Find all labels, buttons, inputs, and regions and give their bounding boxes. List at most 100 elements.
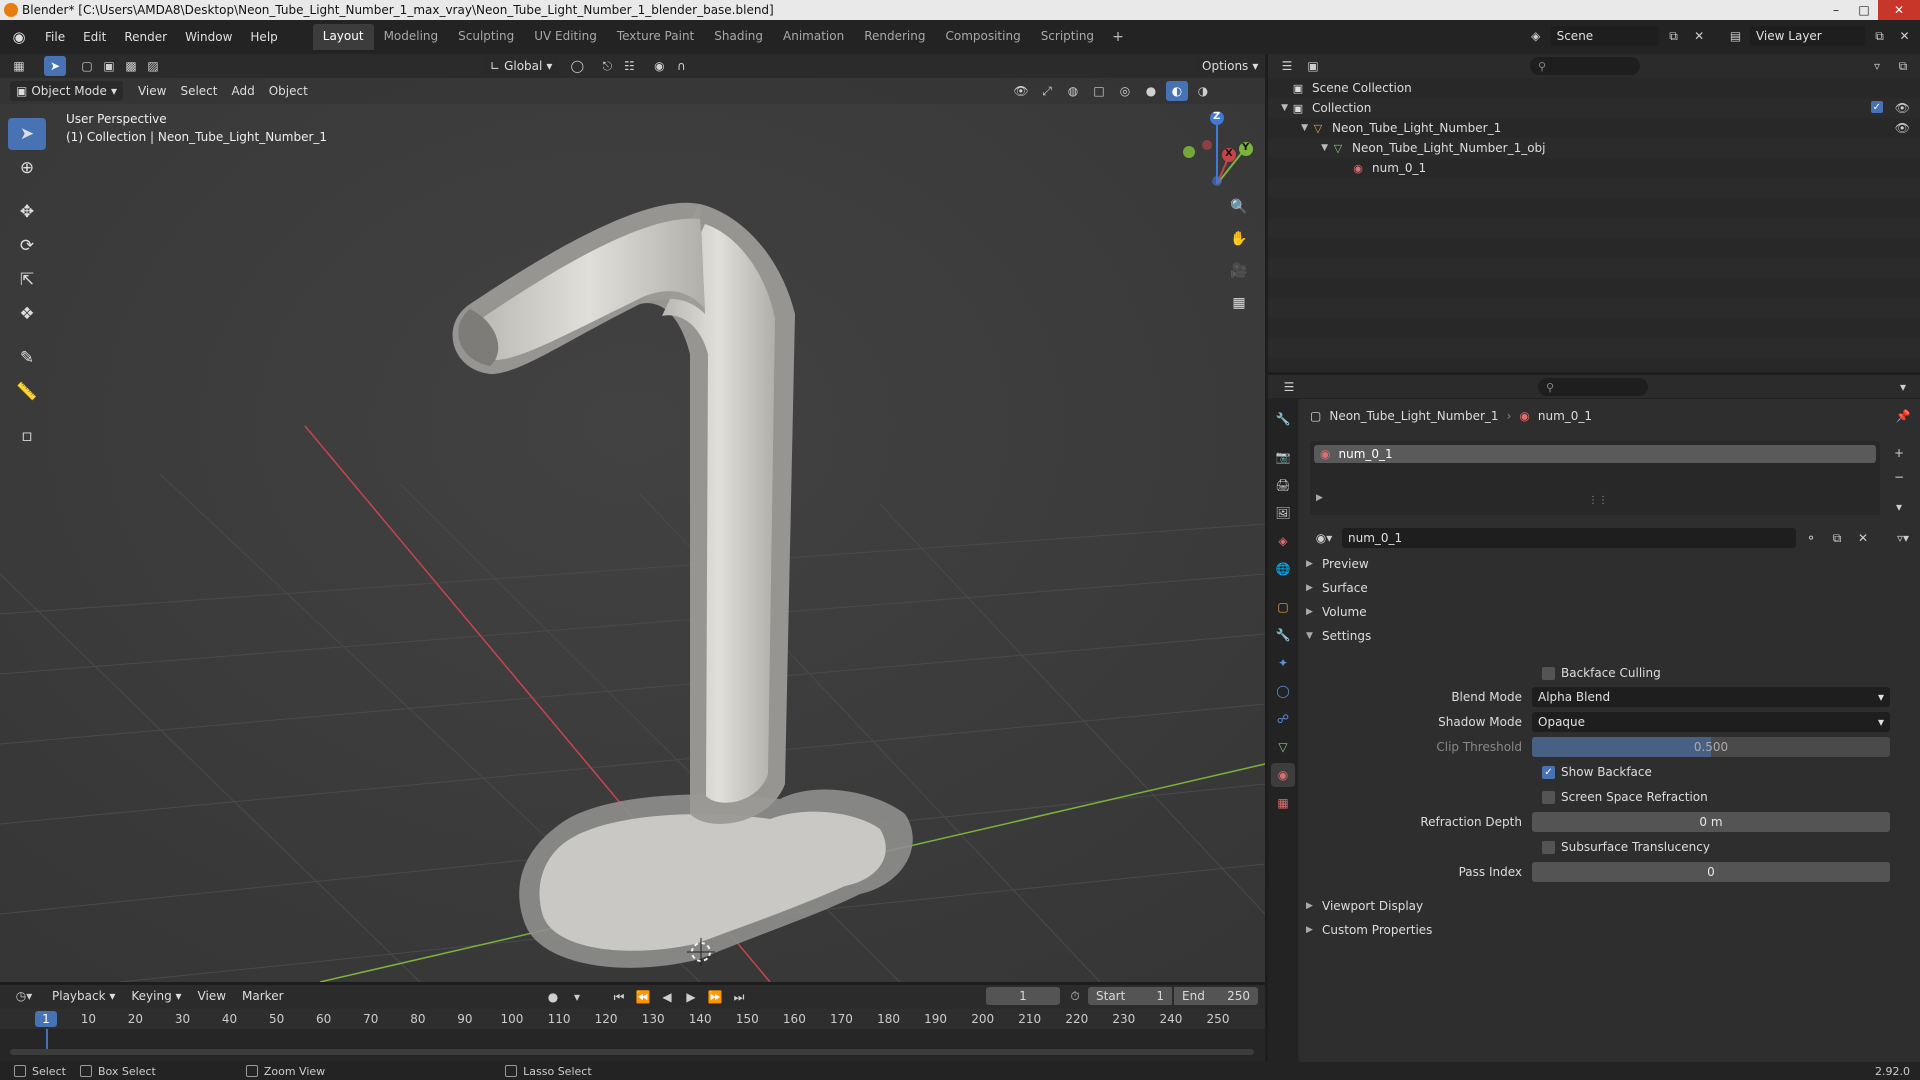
outliner-row-mesh[interactable]: ▼ ▽ Neon_Tube_Light_Number_1_obj: [1268, 138, 1920, 158]
jump-start-icon[interactable]: ⏮: [608, 987, 630, 1007]
subsurface-translucency-checkbox[interactable]: [1542, 840, 1555, 854]
solid-shading-icon[interactable]: ●: [1140, 81, 1162, 101]
record-icon[interactable]: ●: [542, 987, 564, 1007]
timeline-editor-type-icon[interactable]: ◷▾: [10, 986, 38, 1006]
panel-viewport-display[interactable]: ▶ Viewport Display: [1306, 895, 1423, 917]
duplicate-material-icon[interactable]: ⧉: [1826, 528, 1848, 548]
outliner-row-collection[interactable]: ▼ ▣ Collection ✓ 👁: [1268, 98, 1920, 118]
mesh-data-tab-icon[interactable]: ▽: [1271, 735, 1295, 759]
outliner-editor-type-icon[interactable]: ☰: [1276, 56, 1298, 76]
pivot-point-icon[interactable]: ◯: [566, 56, 588, 76]
select-mode-new-icon[interactable]: ▢: [76, 56, 98, 76]
cursor-tool-icon[interactable]: ⊕: [8, 152, 46, 184]
new-collection-icon[interactable]: ⧉: [1892, 56, 1914, 76]
slot-specials-icon[interactable]: ▾: [1888, 497, 1910, 517]
outliner-row-material[interactable]: ◉ num_0_1: [1268, 158, 1920, 178]
play-reverse-icon[interactable]: ◀: [656, 987, 678, 1007]
backface-culling-checkbox[interactable]: [1542, 666, 1555, 680]
rotate-tool-icon[interactable]: ⟳: [8, 230, 46, 262]
display-mode-icon[interactable]: ▣: [1302, 56, 1324, 76]
jump-end-icon[interactable]: ⏭: [728, 987, 750, 1007]
texture-tab-icon[interactable]: ▦: [1271, 791, 1295, 815]
panel-preview[interactable]: ▶ Preview: [1306, 553, 1369, 575]
collection-include-checkbox[interactable]: ✓: [1870, 101, 1883, 113]
close-button[interactable]: ✕: [1878, 0, 1920, 20]
collapse-triangle-icon[interactable]: ▼: [1268, 103, 1288, 113]
timeline-keyframe-area[interactable]: [0, 1029, 1265, 1062]
zoom-icon[interactable]: 🔍: [1226, 194, 1252, 220]
remove-view-layer-icon[interactable]: ✕: [1894, 26, 1915, 46]
object-mode-dropdown[interactable]: ▣ Object Mode ▾: [10, 81, 123, 101]
3d-viewport[interactable]: Z Y X ▦ ➤ ▢ ▣ ▩ ▨ ∟ Global ▾ ◯ ⎋ ☷ ◉ ∩ O…: [0, 54, 1265, 982]
move-tool-icon[interactable]: ✥: [8, 196, 46, 228]
properties-search-input[interactable]: ⚲: [1538, 378, 1648, 396]
add-workspace-button[interactable]: +: [1104, 24, 1132, 50]
tab-scripting[interactable]: Scripting: [1031, 24, 1104, 50]
world-tab-icon[interactable]: 🌐: [1271, 557, 1295, 581]
tool-tab-icon[interactable]: 🔧: [1271, 407, 1295, 431]
timeline-playhead[interactable]: 1: [35, 1011, 57, 1027]
viewport-menu-object[interactable]: Object: [262, 84, 315, 98]
new-scene-icon[interactable]: ⧉: [1663, 26, 1685, 46]
tab-texture-paint[interactable]: Texture Paint: [607, 24, 704, 50]
snap-target-icon[interactable]: ☷: [618, 56, 640, 76]
timeline-scrollbar[interactable]: [10, 1049, 1254, 1055]
node-link-icon[interactable]: ▿▾: [1888, 528, 1918, 548]
show-backface-checkbox[interactable]: ✓: [1542, 765, 1555, 779]
view-layer-tab-icon[interactable]: 🖼: [1271, 501, 1295, 525]
tab-sculpting[interactable]: Sculpting: [448, 24, 524, 50]
eye-icon[interactable]: 👁: [1895, 101, 1910, 115]
panel-custom-properties[interactable]: ▶ Custom Properties: [1306, 919, 1432, 941]
scene-name-field[interactable]: Scene: [1550, 26, 1659, 46]
wireframe-shading-icon[interactable]: ◎: [1114, 81, 1136, 101]
measure-tool-icon[interactable]: 📏: [8, 376, 46, 408]
collapse-triangle-icon[interactable]: ▼: [1268, 143, 1328, 153]
eye-icon[interactable]: 👁: [1895, 121, 1910, 135]
screen-space-refraction-checkbox[interactable]: [1542, 790, 1555, 804]
frame-start-field[interactable]: Start 1: [1088, 987, 1172, 1005]
preview-range-clock-icon[interactable]: ⏱: [1064, 986, 1086, 1006]
material-browse-icon[interactable]: ◉▾: [1310, 528, 1338, 548]
select-mode-subtract-icon[interactable]: ▩: [120, 56, 142, 76]
keyframe-icon[interactable]: ▾: [566, 987, 588, 1007]
menu-render[interactable]: Render: [115, 26, 176, 48]
select-box-tool-icon[interactable]: ➤: [8, 118, 46, 150]
editor-type-icon[interactable]: ▦: [8, 56, 30, 76]
tab-shading[interactable]: Shading: [704, 24, 773, 50]
jump-next-key-icon[interactable]: ⏩: [704, 987, 726, 1007]
annotate-tool-icon[interactable]: ✎: [8, 342, 46, 374]
backface-culling-row[interactable]: Backface Culling: [1542, 663, 1661, 683]
filter-icon[interactable]: ▿: [1866, 56, 1888, 76]
tab-rendering[interactable]: Rendering: [854, 24, 935, 50]
gizmo-toggle-icon[interactable]: ⤢: [1036, 81, 1058, 101]
remove-scene-icon[interactable]: ✕: [1688, 26, 1710, 46]
object-tab-icon[interactable]: ▢: [1271, 595, 1295, 619]
panel-volume[interactable]: ▶ Volume: [1306, 601, 1367, 623]
select-mode-extend-icon[interactable]: ▣: [98, 56, 120, 76]
proportional-edit-icon[interactable]: ◉: [648, 56, 670, 76]
minimize-button[interactable]: –: [1822, 0, 1850, 20]
scale-tool-icon[interactable]: ⇱: [8, 264, 46, 296]
panel-settings[interactable]: ▼ Settings: [1306, 625, 1371, 647]
snap-icon[interactable]: ⎋: [596, 56, 618, 76]
xray-toggle-icon[interactable]: □: [1088, 81, 1110, 101]
options-dropdown[interactable]: Options ▾: [1196, 56, 1265, 76]
menu-file[interactable]: File: [36, 26, 74, 48]
tab-animation[interactable]: Animation: [773, 24, 854, 50]
expand-triangle-icon[interactable]: ▶: [1316, 493, 1323, 503]
output-tab-icon[interactable]: 🖨: [1271, 473, 1295, 497]
viewport-menu-add[interactable]: Add: [224, 84, 261, 98]
subsurface-translucency-row[interactable]: Subsurface Translucency: [1542, 837, 1710, 857]
view-layer-icon[interactable]: ▤: [1725, 26, 1746, 46]
screen-space-refraction-row[interactable]: Screen Space Refraction: [1542, 787, 1708, 807]
fake-user-shield-icon[interactable]: ⚬: [1800, 528, 1822, 548]
scene-icon[interactable]: ◈: [1525, 26, 1547, 46]
transform-orientation-dropdown[interactable]: ∟ Global ▾: [484, 56, 559, 76]
overlay-toggle-icon[interactable]: ◍: [1062, 81, 1084, 101]
visibility-icon[interactable]: 👁: [1010, 81, 1032, 101]
blend-mode-dropdown[interactable]: Alpha Blend ▾: [1532, 687, 1890, 707]
modifier-tab-icon[interactable]: 🔧: [1271, 623, 1295, 647]
jump-prev-key-icon[interactable]: ⏪: [632, 987, 654, 1007]
tab-layout[interactable]: Layout: [312, 24, 374, 50]
remove-slot-button[interactable]: −: [1888, 467, 1910, 487]
